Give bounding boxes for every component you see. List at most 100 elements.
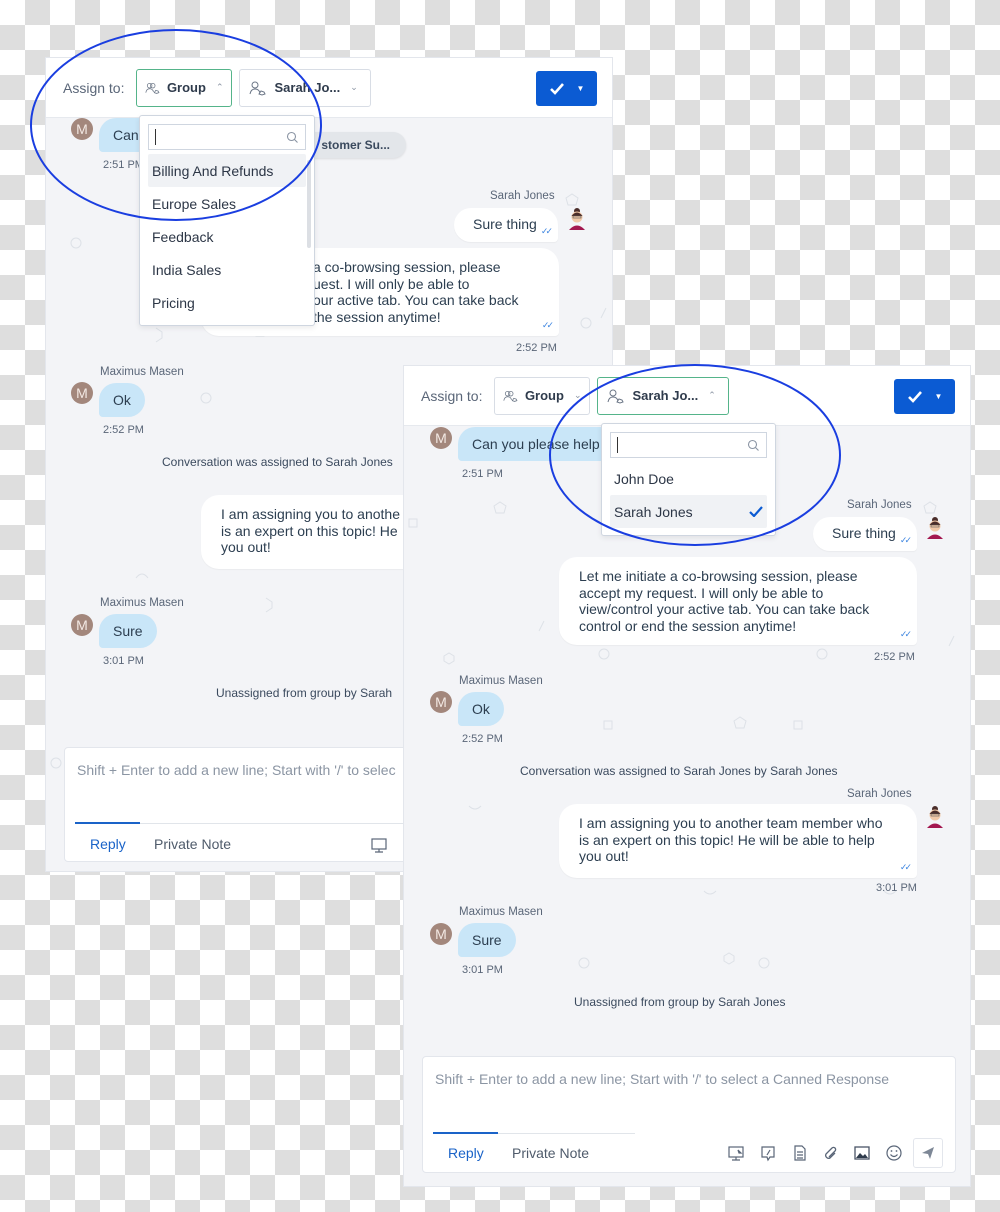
agent-message: I am assigning you to another team membe… [559,804,917,878]
customer-message: Ok [458,692,504,726]
cobrowse-icon[interactable] [370,836,388,854]
agent-avatar [927,806,943,828]
group-option[interactable]: Feedback [148,220,306,253]
read-receipt-icon: ✓✓ [899,534,912,545]
message-input[interactable]: Shift + Enter to add a new line; Start w… [77,762,396,778]
active-tab-indicator [75,822,140,824]
agent-message-text: Sure thing [473,216,537,232]
selected-check-icon [749,506,763,517]
agent-avatar [927,517,943,539]
emoji-icon[interactable] [885,1144,903,1162]
search-icon [747,439,759,451]
group-dropdown-label: Group [524,388,564,403]
customer-name: Maximus Masen [459,906,543,918]
customer-avatar: M [430,427,452,449]
group-option[interactable]: Pricing [148,286,306,319]
message-time: 2:52 PM [874,651,915,663]
agent-search-input[interactable] [610,432,767,458]
menu-scrollbar[interactable] [307,160,311,248]
system-message: Conversation was assigned to Sarah Jones… [520,764,838,778]
send-button[interactable] [913,1138,943,1168]
agent-message-line: I am assigning you to another team membe… [579,815,883,831]
customer-avatar: M [430,691,452,713]
canned-response-icon[interactable] [759,1144,777,1162]
agent-option-label: Sarah Jones [614,503,693,520]
group-option[interactable]: Billing And Refunds [148,154,306,187]
tab-reply[interactable]: Reply [90,836,126,852]
customer-name: Maximus Masen [100,597,184,609]
group-dropdown-menu: Billing And Refunds Europe Sales Feedbac… [139,115,315,326]
agent-message-line: a co-browsing session, please [313,259,501,275]
article-icon[interactable] [791,1144,809,1162]
chevron-up-icon: ⌃ [215,82,224,92]
agent-option-label: John Doe [614,470,674,487]
agent-message: Sure thing ✓✓ [454,208,558,242]
group-icon [145,82,160,94]
message-time: 2:52 PM [516,342,557,354]
agent-avatar [569,208,585,230]
group-option[interactable]: India Sales [148,253,306,286]
customer-message: Sure [99,614,157,648]
agent-message-line: view/control your active tab. You can ta… [579,601,870,617]
tab-reply[interactable]: Reply [448,1145,484,1161]
agent-dropdown[interactable]: Sarah Jo... ⌃ [597,376,730,415]
tab-private-note[interactable]: Private Note [154,836,231,852]
customer-avatar: M [71,118,93,140]
agent-option-selected[interactable]: Sarah Jones [610,495,767,528]
attachment-icon[interactable] [822,1144,840,1162]
agent-name: Sarah Jones [490,190,555,202]
agent-message-line: is an expert on this topic! He will be a… [579,831,875,848]
group-search-input[interactable] [148,124,306,150]
group-dropdown-label: Group [166,80,206,95]
system-message: Unassigned from group by Sarah Jones [574,995,786,1009]
customer-name: Maximus Masen [459,675,543,687]
chevron-up-icon: ⌃ [708,390,716,400]
assign-header: Assign to: Group ⌄ Sarah Jo... ⌃ ▼ [404,366,970,426]
cobrowse-icon[interactable] [727,1144,745,1162]
message-time: 2:52 PM [103,424,144,436]
search-icon [286,131,298,143]
agent-dropdown[interactable]: Sarah Jo... ⌄ [239,68,372,107]
message-time: 2:51 PM [103,159,144,171]
agent-icon [249,81,267,96]
right-chat-panel: Assign to: Group ⌄ Sarah Jo... ⌃ ▼ M Can… [403,365,971,1187]
caret-down-icon[interactable]: ▼ [577,84,585,93]
agent-message-line: Let me initiate a co-browsing session, p… [579,568,858,584]
agent-message: Let me initiate a co-browsing session, p… [559,557,917,645]
agent-message-line: our active tab. You can take back [313,292,519,308]
text-cursor [617,437,618,453]
read-receipt-icon: ✓✓ [540,225,553,236]
check-icon [549,83,564,95]
group-dropdown[interactable]: Group ⌄ [494,376,591,415]
agent-message-line: uest. I will only be able to [313,275,470,292]
customer-avatar: M [71,614,93,636]
group-option[interactable]: Europe Sales [148,187,306,220]
resolve-button[interactable]: ▼ [894,379,955,414]
reply-composer[interactable]: Shift + Enter to add a new line; Start w… [422,1056,956,1173]
chevron-down-icon: ⌄ [573,390,582,400]
agent-name: Sarah Jones [847,499,912,511]
agent-option[interactable]: John Doe [610,462,767,495]
message-input[interactable]: Shift + Enter to add a new line; Start w… [435,1071,889,1087]
tab-private-note[interactable]: Private Note [512,1145,589,1161]
caret-down-icon[interactable]: ▼ [935,392,943,401]
agent-message-text: Sure thing [832,525,896,541]
customer-message: Sure [458,923,516,957]
customer-message: Ok [99,383,145,417]
resolve-button[interactable]: ▼ [536,71,597,106]
agent-name: Sarah Jones [847,788,912,800]
system-message: Conversation was assigned to Sarah Jones [162,455,393,469]
agent-dropdown-label: Sarah Jo... [632,388,699,403]
agent-message-line: accept my request. I will only be able t… [579,584,824,601]
agent-dropdown-label: Sarah Jo... [274,80,341,95]
assign-header: Assign to: Group ⌃ Sarah Jo... ⌄ ▼ [46,58,612,118]
agent-icon [607,389,625,404]
message-time: 3:01 PM [462,964,503,976]
check-icon [907,391,922,403]
chevron-down-icon: ⌄ [350,82,358,92]
group-pill-label: stomer Su... [321,138,390,152]
group-dropdown[interactable]: Group ⌃ [136,68,233,107]
read-receipt-icon: ✓✓ [899,861,912,872]
read-receipt-icon: ✓✓ [541,319,554,330]
image-icon[interactable] [853,1144,871,1162]
